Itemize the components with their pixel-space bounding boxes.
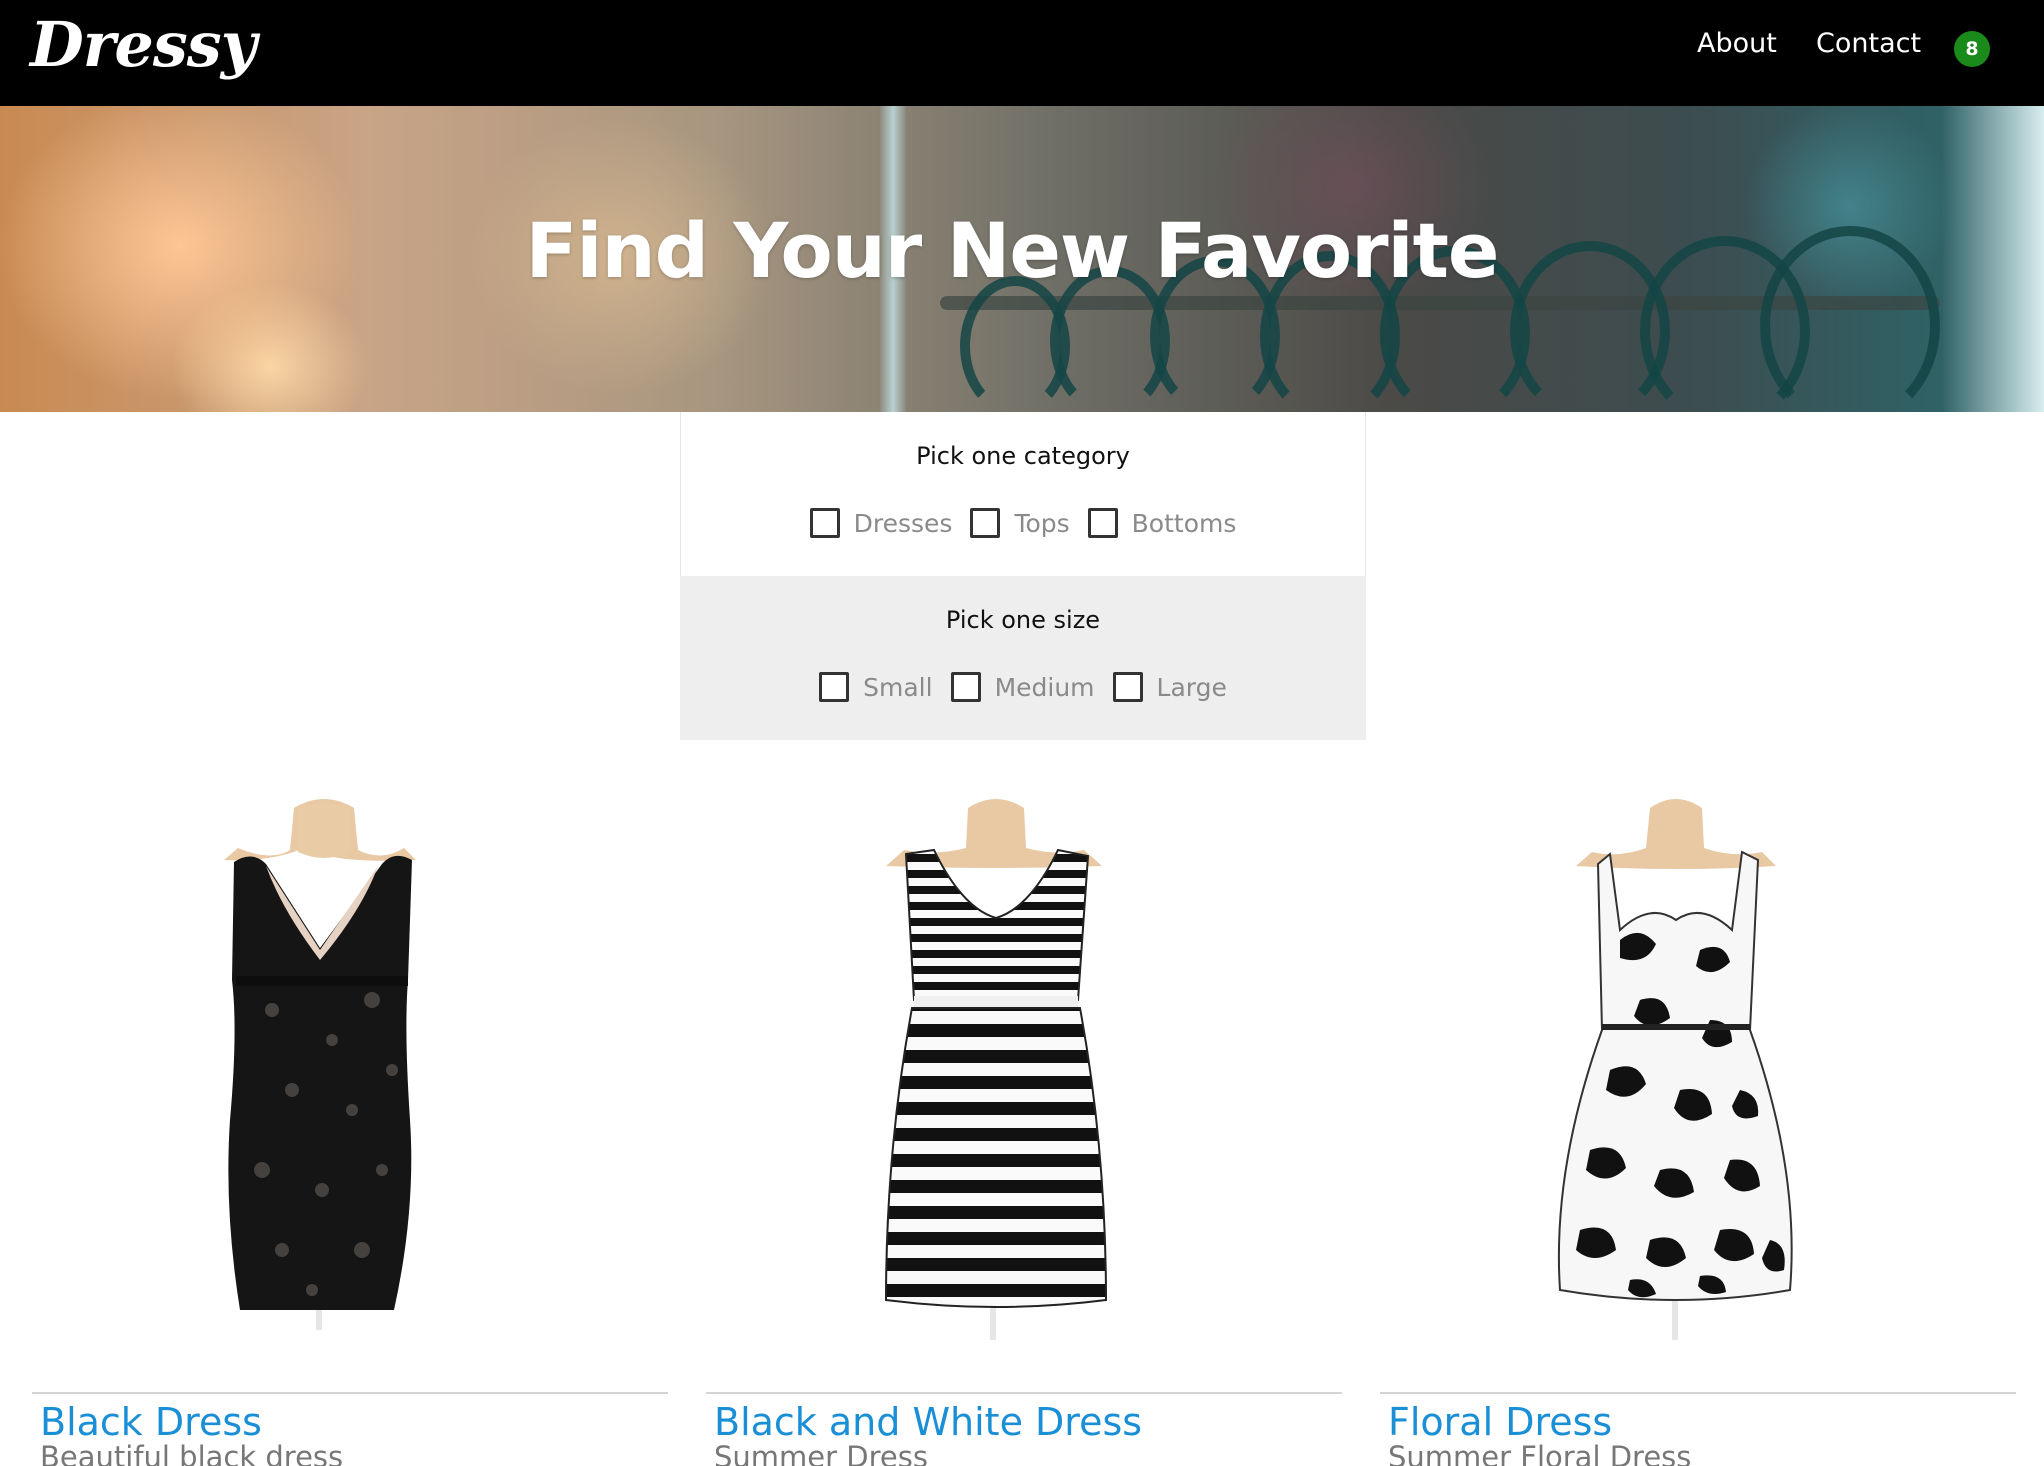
medium-checkbox[interactable] bbox=[950, 672, 981, 702]
product-image-black-and-white-dress[interactable] bbox=[706, 790, 1342, 1350]
tops-checkbox[interactable] bbox=[970, 508, 1001, 538]
black-dress-illustration bbox=[224, 799, 416, 1330]
product-description: Summer Dress bbox=[714, 1440, 928, 1466]
product-divider bbox=[32, 1392, 668, 1394]
product-divider bbox=[706, 1392, 1342, 1394]
large-checkbox[interactable] bbox=[1112, 672, 1143, 702]
hero-title: Find Your New Favorite bbox=[525, 206, 1500, 295]
bottoms-checkbox[interactable] bbox=[1087, 508, 1118, 538]
category-options: Dresses Tops Bottoms bbox=[681, 508, 1365, 538]
product-name-link[interactable]: Floral Dress bbox=[1388, 1400, 1612, 1444]
category-option-bottoms[interactable]: Bottoms bbox=[1087, 508, 1237, 538]
cart-count-badge[interactable]: 8 bbox=[1954, 31, 1990, 67]
product-name-link[interactable]: Black and White Dress bbox=[714, 1400, 1142, 1444]
medium-label: Medium bbox=[994, 672, 1095, 702]
nav-contact-link[interactable]: Contact bbox=[1816, 28, 1921, 59]
category-filter-panel: Pick one category Dresses Tops Bottoms bbox=[680, 412, 1366, 576]
category-filter-heading: Pick one category bbox=[916, 442, 1130, 470]
product-image-floral-dress[interactable] bbox=[1380, 790, 2016, 1350]
size-filter-heading: Pick one size bbox=[945, 606, 1101, 634]
product-name-link[interactable]: Black Dress bbox=[40, 1400, 262, 1444]
small-label: Small bbox=[863, 672, 933, 702]
size-option-small[interactable]: Small bbox=[819, 672, 933, 702]
brand-logo[interactable]: Dressy bbox=[30, 8, 257, 81]
hero-banner: Find Your New Favorite bbox=[0, 106, 2044, 412]
size-option-large[interactable]: Large bbox=[1112, 672, 1227, 702]
product-image-black-dress[interactable] bbox=[32, 790, 668, 1350]
size-options: Small Medium Large bbox=[680, 672, 1366, 702]
bottoms-label: Bottoms bbox=[1131, 508, 1237, 538]
dresses-checkbox[interactable] bbox=[809, 508, 840, 538]
category-option-tops[interactable]: Tops bbox=[970, 508, 1070, 538]
product-card: Floral Dress Summer Floral Dress bbox=[1380, 790, 2016, 1466]
product-description: Summer Floral Dress bbox=[1388, 1440, 1692, 1466]
product-card: Black and White Dress Summer Dress bbox=[706, 790, 1342, 1466]
striped-dress-illustration bbox=[884, 799, 1108, 1340]
product-divider bbox=[1380, 1392, 2016, 1394]
product-description: Beautiful black dress bbox=[40, 1440, 344, 1466]
floral-dress-illustration bbox=[1557, 799, 1793, 1340]
size-filter-panel: Pick one size Small Medium Large bbox=[680, 576, 1366, 740]
tops-label: Tops bbox=[1014, 508, 1070, 538]
category-option-dresses[interactable]: Dresses bbox=[809, 508, 953, 538]
large-label: Large bbox=[1156, 672, 1227, 702]
navbar: Dressy About Contact 8 bbox=[0, 0, 2044, 106]
nav-about-link[interactable]: About bbox=[1697, 28, 1777, 59]
product-card: Black Dress Beautiful black dress bbox=[32, 790, 668, 1466]
small-checkbox[interactable] bbox=[819, 672, 850, 702]
dresses-label: Dresses bbox=[853, 508, 953, 538]
size-option-medium[interactable]: Medium bbox=[950, 672, 1095, 702]
